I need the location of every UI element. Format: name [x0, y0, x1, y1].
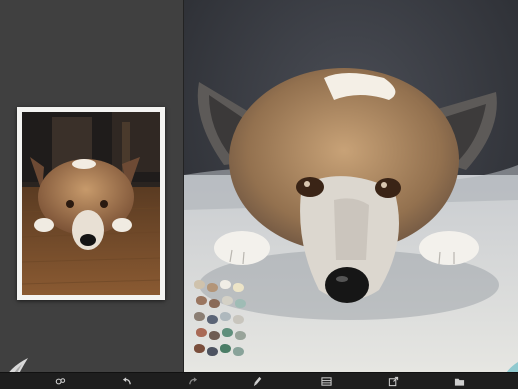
palette-swatch[interactable]	[220, 312, 231, 321]
gear-icon	[55, 378, 65, 385]
layers-icon	[320, 377, 332, 386]
gallery-button[interactable]	[451, 374, 467, 389]
palette-swatch[interactable]	[209, 331, 220, 340]
palette-swatch[interactable]	[207, 315, 218, 324]
undo-button[interactable]	[119, 374, 135, 389]
export-button[interactable]	[385, 374, 401, 389]
reference-panel	[0, 0, 184, 372]
palette-swatch[interactable]	[235, 331, 246, 340]
painting-app	[0, 0, 518, 389]
gallery-icon	[454, 378, 464, 386]
palette-swatch[interactable]	[235, 299, 246, 308]
palette-swatch[interactable]	[194, 312, 205, 321]
palette-swatch[interactable]	[220, 344, 231, 353]
palette-swatch[interactable]	[222, 296, 233, 305]
settings-button[interactable]	[52, 374, 68, 389]
palette-swatch[interactable]	[207, 283, 218, 292]
brush-icon	[253, 376, 261, 387]
palette-swatch[interactable]	[233, 315, 244, 324]
reference-photo-frame[interactable]	[17, 107, 165, 300]
layers-button[interactable]	[318, 374, 334, 389]
palette-swatch[interactable]	[196, 296, 207, 305]
brush-button[interactable]	[250, 374, 266, 389]
export-icon	[388, 376, 398, 387]
palette-swatch[interactable]	[196, 328, 207, 337]
palette-swatch[interactable]	[209, 299, 220, 308]
palette-swatch[interactable]	[233, 283, 244, 292]
reference-photo	[22, 112, 160, 295]
palette-swatch[interactable]	[207, 347, 218, 356]
redo-button[interactable]	[184, 374, 200, 389]
color-palette	[194, 280, 254, 365]
redo-icon	[188, 377, 197, 385]
undo-icon	[122, 377, 131, 385]
palette-swatch[interactable]	[194, 280, 205, 289]
bottom-toolbar	[0, 372, 518, 389]
palette-swatch[interactable]	[222, 328, 233, 337]
palette-swatch[interactable]	[233, 347, 244, 356]
palette-swatch[interactable]	[220, 280, 231, 289]
palette-swatch[interactable]	[194, 344, 205, 353]
